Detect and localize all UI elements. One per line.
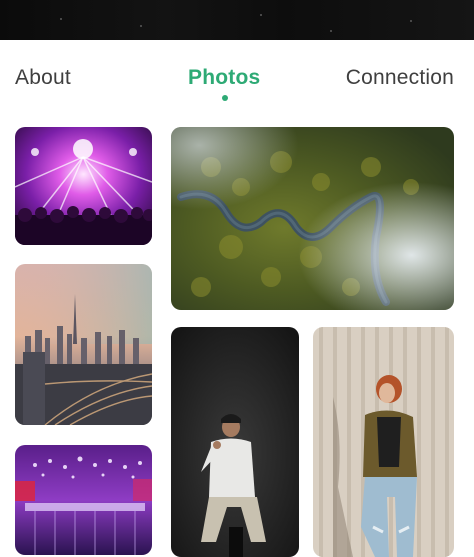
tab-connection[interactable]: Connection xyxy=(346,66,454,90)
tab-about[interactable]: About xyxy=(15,66,71,90)
photo-woman-leaning[interactable] xyxy=(313,327,454,557)
photo-concert-image xyxy=(15,127,152,245)
photo-woman-leaning-image xyxy=(313,327,454,557)
photo-skyline-image xyxy=(15,264,152,425)
photo-aerial-forest-image xyxy=(171,127,454,310)
photo-concert[interactable] xyxy=(15,127,152,245)
photo-man-seated-image xyxy=(171,327,299,557)
photo-man-seated[interactable] xyxy=(171,327,299,557)
photo-aerial-forest[interactable] xyxy=(171,127,454,310)
profile-tabs: About Photos Connection xyxy=(0,40,474,110)
photo-event-hall[interactable] xyxy=(15,445,152,555)
photo-skyline[interactable] xyxy=(15,264,152,425)
tab-photos[interactable]: Photos xyxy=(188,66,260,90)
photo-event-hall-image xyxy=(15,445,152,555)
active-tab-indicator xyxy=(222,95,228,101)
top-image-strip xyxy=(0,0,474,40)
